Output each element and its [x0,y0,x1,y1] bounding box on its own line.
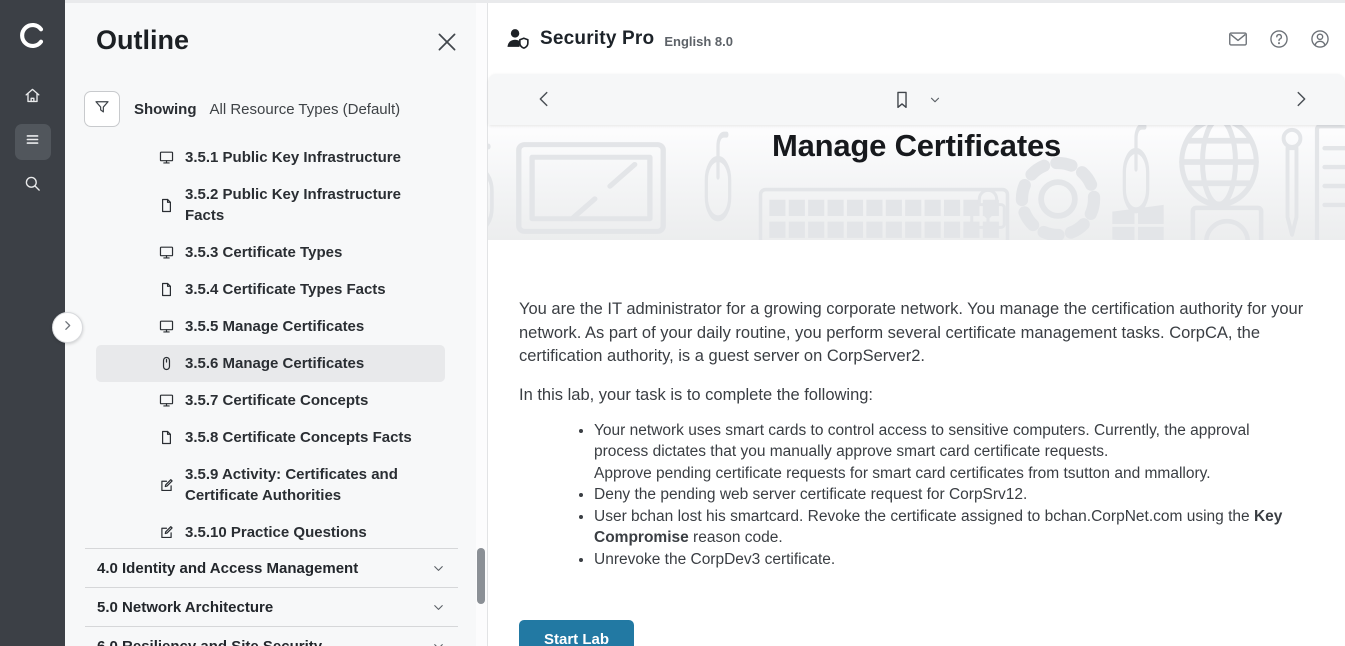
account-button[interactable] [1309,28,1331,50]
task-item: Unrevoke the CorpDev3 certificate. [594,549,1300,571]
person-shield-icon [505,26,531,52]
menu-icon [23,130,42,154]
outline-item[interactable]: 3.5.9 Activity: Certificates and Certifi… [96,456,445,514]
panel-collapse-button[interactable] [52,312,83,343]
outline-item-label: 3.5.7 Certificate Concepts [185,390,368,411]
chevron-down-icon [431,600,446,615]
course-header: Security Pro English 8.0 [488,3,1345,74]
outline-item-label: 3.5.5 Manage Certificates [185,316,364,337]
account-icon [1309,28,1331,50]
outline-title: Outline [96,25,189,56]
help-icon [1268,28,1290,50]
bookmark-button[interactable] [891,89,913,111]
close-outline-button[interactable] [434,29,460,55]
lesson-banner: Manage Certificates [488,125,1345,240]
task-list: Your network uses smart cards to control… [488,420,1300,571]
outline-item[interactable]: 3.5.4 Certificate Types Facts [96,271,445,308]
lock-watermark-icon [962,183,1014,235]
outline-item-label: 3.5.6 Manage Certificates [185,353,364,374]
edit-icon [158,524,175,541]
mouse-icon [158,355,175,372]
top-strip [65,0,1345,3]
scenario-paragraph: You are the IT administrator for a growi… [519,298,1305,369]
outline-item[interactable]: 3.5.2 Public Key Infrastructure Facts [96,176,445,234]
filter-value: All Resource Types (Default) [210,101,401,118]
outline-item-label: 3.5.1 Public Key Infrastructure [185,147,401,168]
help-button[interactable] [1268,28,1290,50]
outline-section[interactable]: 5.0 Network Architecture [85,587,458,626]
lesson-navbar [489,74,1344,125]
product-edition: English 8.0 [664,34,733,49]
bookmark-icon [891,89,913,111]
document-icon [158,197,175,214]
outline-item-label: 3.5.8 Certificate Concepts Facts [185,427,412,448]
outline-item[interactable]: 3.5.10 Practice Questions [96,514,445,551]
outline-item-label: 3.5.10 Practice Questions [185,522,367,543]
outline-item-label: 3.5.2 Public Key Infrastructure Facts [185,184,437,226]
search-icon [23,174,42,198]
outline-item[interactable]: 3.5.6 Manage Certificates [96,345,445,382]
outline-item[interactable]: 3.5.5 Manage Certificates [96,308,445,345]
task-item: User bchan lost his smartcard. Revoke th… [594,506,1300,549]
task-item: Your network uses smart cards to control… [594,420,1300,485]
monitor-icon [158,392,175,409]
outline-item[interactable]: 3.5.7 Certificate Concepts [96,382,445,419]
section-label: 6.0 Resiliency and Site Security [97,638,322,646]
outline-item[interactable]: 3.5.1 Public Key Infrastructure [96,139,445,176]
next-lesson-button[interactable] [1290,88,1312,110]
task-intro: In this lab, your task is to complete th… [519,386,1305,405]
filter-row: Showing All Resource Types (Default) [84,91,400,127]
mail-button[interactable] [1227,28,1249,50]
bookmark-group [489,74,1344,125]
funnel-icon [93,98,111,121]
outline-item-label: 3.5.4 Certificate Types Facts [185,279,386,300]
outline-item[interactable]: 3.5.3 Certificate Types [96,234,445,271]
outline-button[interactable] [15,124,51,160]
outline-sections: 4.0 Identity and Access Management 5.0 Ne… [85,548,458,646]
app-window: Outline Showing All Resource Types (Defa… [0,0,1345,646]
document-icon [158,281,175,298]
search-button[interactable] [15,168,51,204]
filter-button[interactable] [84,91,120,127]
lesson-body: You are the IT administrator for a growi… [488,240,1345,646]
header-actions [1227,28,1331,50]
document-icon [158,429,175,446]
outline-scrollbar[interactable] [476,3,487,646]
outline-section[interactable]: 4.0 Identity and Access Management [85,548,458,587]
monitor-icon [158,149,175,166]
monitor-icon [158,244,175,261]
chevron-down-icon [928,93,942,107]
home-icon [23,86,42,110]
outline-list: 3.5.1 Public Key Infrastructure 3.5.2 Pub… [96,139,445,551]
outline-section[interactable]: 6.0 Resiliency and Site Security [85,626,458,646]
main-area: Security Pro English 8.0 Manage Certific… [488,3,1345,646]
section-label: 5.0 Network Architecture [97,599,273,616]
outline-item-label: 3.5.9 Activity: Certificates and Certifi… [185,464,437,506]
chevron-down-icon [431,639,446,646]
outline-panel: Outline Showing All Resource Types (Defa… [65,3,488,646]
task-item: Deny the pending web server certificate … [594,484,1300,506]
brand-c-logo-icon[interactable] [17,12,48,58]
monitor-icon [158,318,175,335]
windows-logo-watermark-icon [1110,203,1166,240]
gear-watermark-icon [1012,153,1104,240]
close-icon [434,42,460,59]
chevron-right-icon [1290,97,1312,114]
edit-icon [158,477,175,494]
square-circle-watermark-icon [1188,203,1266,240]
chevron-down-icon [431,561,446,576]
scrollbar-thumb[interactable] [477,548,485,604]
outline-item[interactable]: 3.5.8 Certificate Concepts Facts [96,419,445,456]
start-lab-button[interactable]: Start Lab [519,620,634,646]
bookmark-dropdown-button[interactable] [928,93,942,107]
mail-icon [1227,28,1249,50]
lesson-title: Manage Certificates [488,128,1345,164]
chevron-right-icon [61,319,74,337]
section-label: 4.0 Identity and Access Management [97,560,358,577]
filter-showing-label: Showing [134,101,197,118]
product-title: Security Pro [540,28,654,50]
outline-item-label: 3.5.3 Certificate Types [185,242,342,263]
home-button[interactable] [15,80,51,116]
